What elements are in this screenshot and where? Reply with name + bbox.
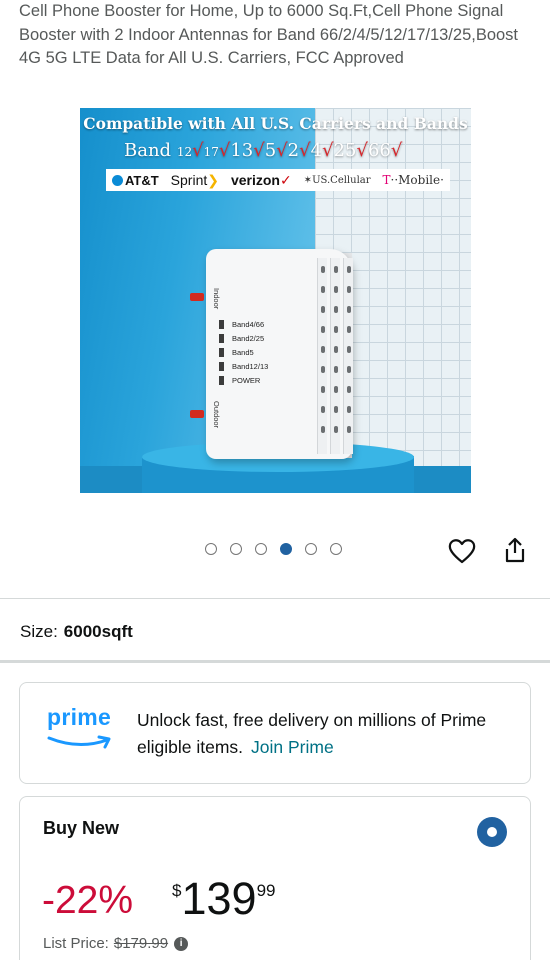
check-icon: √ xyxy=(192,140,204,161)
led-band5: Band5 xyxy=(219,348,254,357)
vent-hole xyxy=(347,286,351,293)
vent-hole xyxy=(334,366,338,373)
vent-hole xyxy=(334,266,338,273)
list-price-value: $179.99 xyxy=(113,935,169,952)
buy-new-card[interactable]: Buy New -22% $ 139 99 List Price: $179.9… xyxy=(19,796,531,960)
list-price-label: List Price: xyxy=(43,935,109,952)
band-5: 5 xyxy=(264,140,277,161)
led-band12-13: Band12/13 xyxy=(219,362,268,371)
list-price: List Price: $179.99 i xyxy=(43,935,189,952)
vent-hole xyxy=(321,306,325,313)
vent-hole xyxy=(321,266,325,273)
vent-hole xyxy=(347,426,351,433)
band-66: 66 xyxy=(367,140,391,161)
band-2: 2 xyxy=(287,140,300,161)
product-title: Cell Phone Booster for Home, Up to 6000 … xyxy=(19,2,519,67)
size-selector[interactable]: Size: 6000sqft xyxy=(20,622,133,642)
size-value: 6000sqft xyxy=(63,622,133,641)
carrier-att: AT&T xyxy=(112,173,159,188)
vent-hole xyxy=(347,406,351,413)
size-label: Size: xyxy=(20,622,58,641)
image-bands: Band 12√17√13√5√2√4√25√66√ xyxy=(124,140,402,161)
vent-hole xyxy=(334,286,338,293)
vent-hole xyxy=(321,426,325,433)
check-icon: √ xyxy=(322,140,334,161)
carrier-logos: AT&T Sprint❯ verizon✓ ✶US.Cellular T··Mo… xyxy=(106,169,450,191)
prime-smile-icon xyxy=(47,735,111,749)
vent-hole xyxy=(321,326,325,333)
heart-icon[interactable] xyxy=(448,538,476,564)
price-whole: 139 xyxy=(181,873,257,924)
vent-hole xyxy=(321,286,325,293)
indoor-antenna-port xyxy=(190,293,204,301)
price-currency: $ xyxy=(172,881,182,900)
sprint-chevron-icon: ❯ xyxy=(207,171,219,188)
vent-hole xyxy=(334,386,338,393)
check-icon: √ xyxy=(253,140,265,161)
pager-dot[interactable] xyxy=(230,543,242,555)
check-icon: √ xyxy=(299,140,311,161)
vent-hole xyxy=(334,306,338,313)
vent-hole xyxy=(321,406,325,413)
pager-dot[interactable] xyxy=(255,543,267,555)
check-icon: √ xyxy=(218,140,231,161)
check-icon: √ xyxy=(276,140,288,161)
band-4: 4 xyxy=(310,140,323,161)
vent-hole xyxy=(347,266,351,273)
band-13: 13 xyxy=(230,140,254,161)
verizon-check-icon: ✓ xyxy=(279,171,292,188)
outdoor-label: Outdoor xyxy=(212,401,221,429)
pager-dot[interactable] xyxy=(205,543,217,555)
info-icon[interactable]: i xyxy=(174,936,189,951)
vent-hole xyxy=(347,306,351,313)
vent-hole xyxy=(321,346,325,353)
prime-logo: prime xyxy=(47,704,112,730)
vent-hole xyxy=(347,346,351,353)
led-power: POWER xyxy=(219,376,260,385)
vent-hole xyxy=(321,366,325,373)
check-icon: √ xyxy=(390,140,403,161)
uscellular-star-icon: ✶ xyxy=(303,174,313,186)
section-divider xyxy=(0,660,550,663)
check-icon: √ xyxy=(356,140,368,161)
image-pager[interactable] xyxy=(205,543,342,555)
carrier-tmobile: T··Mobile· xyxy=(382,173,444,187)
join-prime-link[interactable]: Join Prime xyxy=(251,737,334,757)
led-band2-25: Band2/25 xyxy=(219,334,264,343)
share-icon[interactable] xyxy=(503,536,527,564)
indoor-label: Indoor xyxy=(212,288,221,310)
section-divider xyxy=(0,598,550,599)
band-17: 17 xyxy=(203,145,219,159)
buy-new-radio[interactable] xyxy=(477,817,507,847)
carrier-verizon: verizon✓ xyxy=(230,171,292,188)
led-band4-66: Band4/66 xyxy=(219,320,264,329)
vent-hole xyxy=(334,426,338,433)
prime-card[interactable]: prime Unlock fast, free delivery on mill… xyxy=(19,682,531,784)
band-12: 12 xyxy=(176,145,193,159)
image-banner-text: Compatible with All U.S. Carriers and Ba… xyxy=(83,114,468,133)
carrier-sprint: Sprint❯ xyxy=(170,171,219,188)
outdoor-antenna-port xyxy=(190,410,204,418)
vent-hole xyxy=(334,406,338,413)
pager-dot[interactable] xyxy=(280,543,292,555)
pager-dot[interactable] xyxy=(330,543,342,555)
buy-new-title: Buy New xyxy=(43,818,120,838)
vent-hole xyxy=(334,346,338,353)
carrier-uscellular: ✶US.Cellular xyxy=(303,174,371,186)
vent-hole xyxy=(334,326,338,333)
product-image[interactable]: Compatible with All U.S. Carriers and Ba… xyxy=(80,108,471,493)
prime-message: Unlock fast, free delivery on millions o… xyxy=(137,710,487,757)
vent-hole xyxy=(347,366,351,373)
price-fraction: 99 xyxy=(256,881,276,900)
band-25: 25 xyxy=(333,140,357,161)
price: $ 139 99 xyxy=(172,875,275,923)
discount-percent: -22% xyxy=(42,879,134,922)
bands-label: Band xyxy=(124,140,172,161)
vent-hole xyxy=(347,386,351,393)
att-globe-icon xyxy=(112,174,123,186)
vent-hole xyxy=(321,386,325,393)
vent-hole xyxy=(347,326,351,333)
pager-dot[interactable] xyxy=(305,543,317,555)
